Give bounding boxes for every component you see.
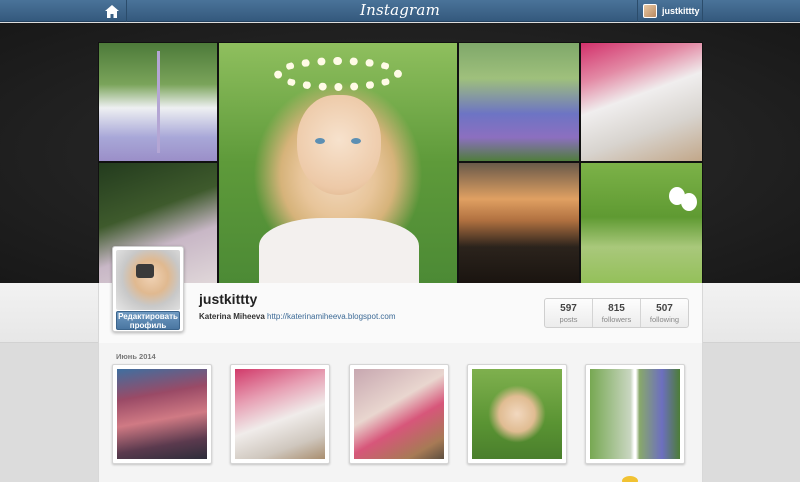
flower-crown [274, 57, 402, 91]
feed-thumbnail-1[interactable] [112, 364, 212, 464]
feed-thumbnail-5[interactable] [585, 364, 685, 464]
balloon [681, 193, 697, 211]
profile-username: justkittty [199, 291, 258, 307]
photo-mosaic [98, 42, 703, 284]
mosaic-photo-6[interactable] [581, 163, 702, 283]
mosaic-photo-featured[interactable] [219, 43, 457, 283]
stat-followers[interactable]: 815 followers [593, 299, 641, 327]
feed-month-label: Июнь 2014 [116, 352, 156, 361]
featured-photo-eye [351, 138, 361, 144]
scroll-indicator [622, 476, 638, 482]
featured-photo-dress [259, 218, 419, 283]
profile-website-link[interactable]: http://katerinamiheeva.blogspot.com [267, 312, 396, 321]
mosaic-photo-5[interactable] [459, 163, 579, 283]
profile-avatar[interactable] [116, 250, 180, 310]
user-menu[interactable]: justkittty [637, 0, 703, 22]
edit-profile-button[interactable]: Редактировать профиль [116, 311, 180, 330]
stat-label: posts [559, 315, 578, 324]
thumbnail-image [590, 369, 680, 459]
feed-thumbnail-4[interactable] [467, 364, 567, 464]
thumbnail-image [472, 369, 562, 459]
profile-stats: 597 posts 815 followers 507 following [544, 298, 689, 328]
mosaic-photo-3[interactable] [459, 43, 579, 161]
stat-following[interactable]: 507 following [641, 299, 688, 327]
stat-label: followers [601, 315, 632, 324]
thumbnail-image [354, 369, 444, 459]
nav-username: justkittty [662, 6, 700, 16]
stat-value: 507 [656, 303, 673, 314]
user-avatar-small [643, 4, 657, 18]
featured-photo-face [297, 95, 381, 195]
thumbnail-image [117, 369, 207, 459]
mosaic-photo-4[interactable] [581, 43, 702, 161]
stat-value: 815 [608, 303, 625, 314]
top-nav-bar: Instagram justkittty [0, 0, 800, 22]
thumbnail-image [235, 369, 325, 459]
mosaic-photo-1[interactable] [99, 43, 217, 161]
featured-photo-eye [315, 138, 325, 144]
stat-label: following [649, 315, 680, 324]
stat-posts[interactable]: 597 posts [545, 299, 593, 327]
stat-value: 597 [560, 303, 577, 314]
feed-thumbnail-2[interactable] [230, 364, 330, 464]
profile-full-name: Katerina Miheeva [199, 312, 265, 321]
feed-thumbnail-3[interactable] [349, 364, 449, 464]
profile-avatar-frame: Редактировать профиль [112, 246, 184, 332]
